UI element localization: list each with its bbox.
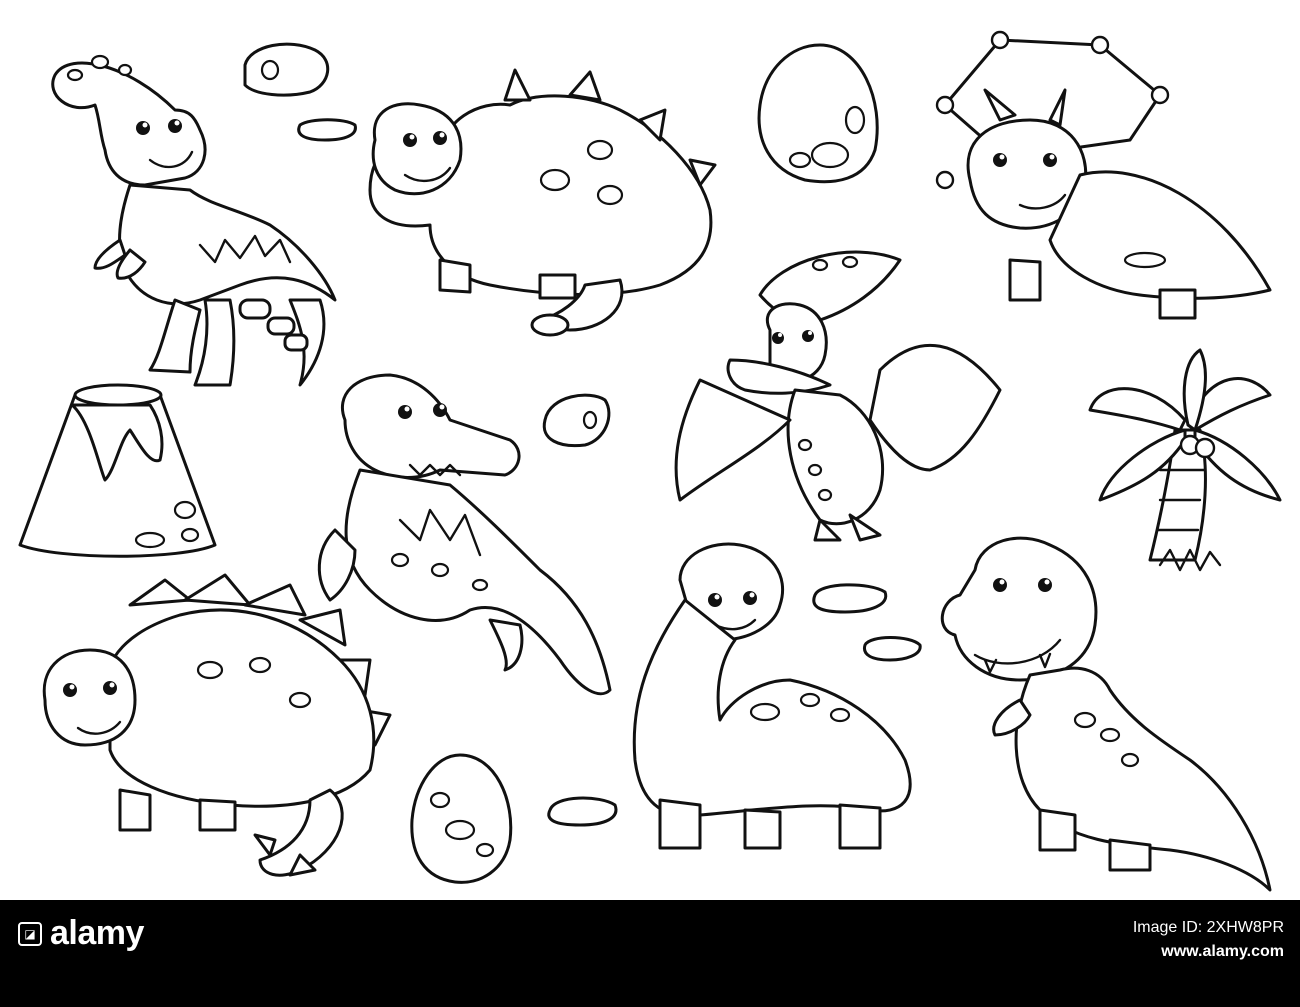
triceratops-icon	[935, 30, 1272, 320]
t-rex-icon	[940, 536, 1272, 892]
volcano-icon	[18, 383, 217, 558]
stock-footer-bar: ◪ alamy Image ID: 2XHW8PR www.alamy.com	[0, 900, 1300, 1007]
site-url[interactable]: www.alamy.com	[1133, 940, 1284, 964]
egg-icon	[757, 43, 879, 184]
brand-logo[interactable]: ◪ alamy	[18, 914, 144, 953]
rock-icon	[243, 42, 357, 142]
dinosaur-collection-svg	[18, 30, 1282, 892]
ankylosaurus-icon	[368, 68, 717, 337]
parasaurolophus-icon	[51, 54, 337, 387]
egg-icon	[410, 753, 513, 884]
coloring-page-illustration	[0, 0, 1300, 900]
pteranodon-icon	[674, 250, 1002, 542]
stegosaurus-icon	[42, 573, 392, 877]
rock-icon	[542, 393, 611, 448]
image-meta: Image ID: 2XHW8PR www.alamy.com	[1133, 916, 1284, 964]
camera-icon: ◪	[18, 921, 42, 946]
brand-name: alamy	[50, 914, 144, 952]
image-id: Image ID: 2XHW8PR	[1132, 919, 1284, 936]
palm-tree-icon	[1088, 348, 1282, 572]
